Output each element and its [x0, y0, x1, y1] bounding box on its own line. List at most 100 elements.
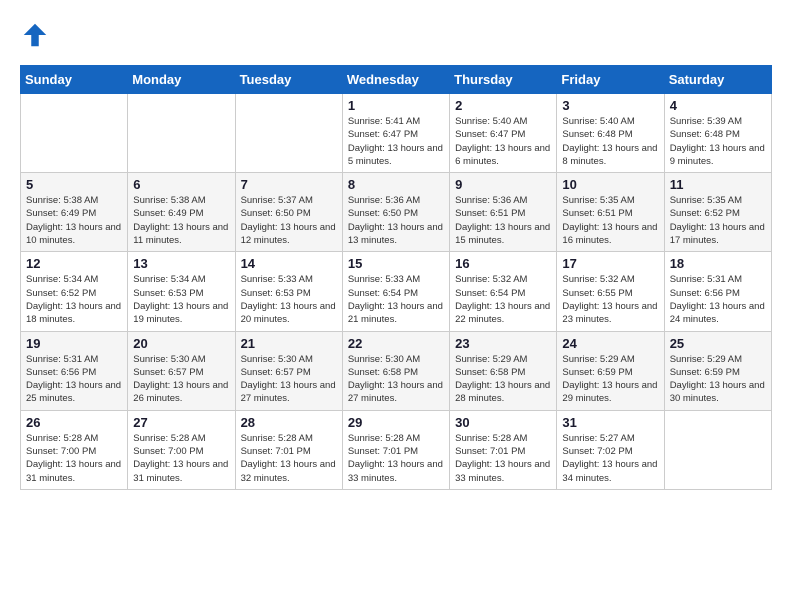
day-number: 22 — [348, 336, 444, 351]
week-row-2: 12 Sunrise: 5:34 AM Sunset: 6:52 PM Dayli… — [21, 252, 772, 331]
week-row-1: 5 Sunrise: 5:38 AM Sunset: 6:49 PM Daylig… — [21, 173, 772, 252]
day-header-saturday: Saturday — [664, 66, 771, 94]
calendar-cell: 6 Sunrise: 5:38 AM Sunset: 6:49 PM Daylig… — [128, 173, 235, 252]
calendar-cell: 31 Sunrise: 5:27 AM Sunset: 7:02 PM Dayli… — [557, 410, 664, 489]
calendar-cell — [128, 94, 235, 173]
calendar-cell: 30Sunrise: 5:28 AM Sunset: 7:01 PM Dayli… — [450, 410, 557, 489]
day-number: 6 — [133, 177, 229, 192]
day-info: Sunrise: 5:35 AM Sunset: 6:52 PM Dayligh… — [670, 194, 766, 247]
day-number: 27 — [133, 415, 229, 430]
day-info: Sunrise: 5:39 AM Sunset: 6:48 PM Dayligh… — [670, 115, 766, 168]
day-info: Sunrise: 5:33 AM Sunset: 6:53 PM Dayligh… — [241, 273, 337, 326]
day-number: 24 — [562, 336, 658, 351]
day-info: Sunrise: 5:36 AM Sunset: 6:50 PM Dayligh… — [348, 194, 444, 247]
calendar-cell — [235, 94, 342, 173]
calendar-cell: 8 Sunrise: 5:36 AM Sunset: 6:50 PM Daylig… — [342, 173, 449, 252]
day-info: Sunrise: 5:28 AM Sunset: 7:00 PM Dayligh… — [133, 432, 229, 485]
calendar-cell: 17Sunrise: 5:32 AM Sunset: 6:55 PM Dayli… — [557, 252, 664, 331]
calendar-cell: 12 Sunrise: 5:34 AM Sunset: 6:52 PM Dayli… — [21, 252, 128, 331]
day-info: Sunrise: 5:38 AM Sunset: 6:49 PM Dayligh… — [133, 194, 229, 247]
day-number: 18 — [670, 256, 766, 271]
calendar-cell — [664, 410, 771, 489]
day-number: 13 — [133, 256, 229, 271]
day-number: 1 — [348, 98, 444, 113]
day-number: 15 — [348, 256, 444, 271]
day-header-sunday: Sunday — [21, 66, 128, 94]
day-number: 25 — [670, 336, 766, 351]
day-number: 21 — [241, 336, 337, 351]
day-info: Sunrise: 5:40 AM Sunset: 6:48 PM Dayligh… — [562, 115, 658, 168]
day-headers-row: SundayMondayTuesdayWednesdayThursdayFrid… — [21, 66, 772, 94]
day-info: Sunrise: 5:27 AM Sunset: 7:02 PM Dayligh… — [562, 432, 658, 485]
calendar-cell: 25 Sunrise: 5:29 AM Sunset: 6:59 PM Dayli… — [664, 331, 771, 410]
day-info: Sunrise: 5:41 AM Sunset: 6:47 PM Dayligh… — [348, 115, 444, 168]
day-number: 12 — [26, 256, 122, 271]
day-header-thursday: Thursday — [450, 66, 557, 94]
day-info: Sunrise: 5:30 AM Sunset: 6:57 PM Dayligh… — [133, 353, 229, 406]
calendar-cell: 9 Sunrise: 5:36 AM Sunset: 6:51 PM Daylig… — [450, 173, 557, 252]
day-number: 8 — [348, 177, 444, 192]
day-info: Sunrise: 5:29 AM Sunset: 6:58 PM Dayligh… — [455, 353, 551, 406]
calendar-table: SundayMondayTuesdayWednesdayThursdayFrid… — [20, 65, 772, 490]
day-header-tuesday: Tuesday — [235, 66, 342, 94]
day-number: 11 — [670, 177, 766, 192]
day-number: 14 — [241, 256, 337, 271]
page-header — [20, 20, 772, 50]
day-number: 26 — [26, 415, 122, 430]
day-number: 16 — [455, 256, 551, 271]
logo — [20, 20, 54, 50]
calendar-cell: 16Sunrise: 5:32 AM Sunset: 6:54 PM Dayli… — [450, 252, 557, 331]
calendar-cell: 2Sunrise: 5:40 AM Sunset: 6:47 PM Daylig… — [450, 94, 557, 173]
day-info: Sunrise: 5:34 AM Sunset: 6:52 PM Dayligh… — [26, 273, 122, 326]
day-number: 9 — [455, 177, 551, 192]
logo-icon — [20, 20, 50, 50]
day-number: 29 — [348, 415, 444, 430]
calendar-cell: 23 Sunrise: 5:29 AM Sunset: 6:58 PM Dayli… — [450, 331, 557, 410]
day-info: Sunrise: 5:31 AM Sunset: 6:56 PM Dayligh… — [670, 273, 766, 326]
day-number: 17 — [562, 256, 658, 271]
day-info: Sunrise: 5:35 AM Sunset: 6:51 PM Dayligh… — [562, 194, 658, 247]
calendar-cell: 11 Sunrise: 5:35 AM Sunset: 6:52 PM Dayli… — [664, 173, 771, 252]
calendar-cell: 10 Sunrise: 5:35 AM Sunset: 6:51 PM Dayli… — [557, 173, 664, 252]
day-number: 5 — [26, 177, 122, 192]
calendar-cell — [21, 94, 128, 173]
day-info: Sunrise: 5:28 AM Sunset: 7:01 PM Dayligh… — [241, 432, 337, 485]
day-info: Sunrise: 5:28 AM Sunset: 7:01 PM Dayligh… — [348, 432, 444, 485]
day-number: 20 — [133, 336, 229, 351]
day-info: Sunrise: 5:38 AM Sunset: 6:49 PM Dayligh… — [26, 194, 122, 247]
calendar-cell: 19Sunrise: 5:31 AM Sunset: 6:56 PM Dayli… — [21, 331, 128, 410]
day-info: Sunrise: 5:31 AM Sunset: 6:56 PM Dayligh… — [26, 353, 122, 406]
day-number: 23 — [455, 336, 551, 351]
calendar-cell: 18 Sunrise: 5:31 AM Sunset: 6:56 PM Dayli… — [664, 252, 771, 331]
calendar-cell: 5 Sunrise: 5:38 AM Sunset: 6:49 PM Daylig… — [21, 173, 128, 252]
day-number: 10 — [562, 177, 658, 192]
day-info: Sunrise: 5:30 AM Sunset: 6:57 PM Dayligh… — [241, 353, 337, 406]
calendar-cell: 24 Sunrise: 5:29 AM Sunset: 6:59 PM Dayli… — [557, 331, 664, 410]
week-row-0: 1 Sunrise: 5:41 AM Sunset: 6:47 PM Daylig… — [21, 94, 772, 173]
day-info: Sunrise: 5:36 AM Sunset: 6:51 PM Dayligh… — [455, 194, 551, 247]
calendar-cell: 27 Sunrise: 5:28 AM Sunset: 7:00 PM Dayli… — [128, 410, 235, 489]
day-info: Sunrise: 5:29 AM Sunset: 6:59 PM Dayligh… — [562, 353, 658, 406]
day-header-wednesday: Wednesday — [342, 66, 449, 94]
day-info: Sunrise: 5:37 AM Sunset: 6:50 PM Dayligh… — [241, 194, 337, 247]
day-header-monday: Monday — [128, 66, 235, 94]
day-number: 31 — [562, 415, 658, 430]
day-info: Sunrise: 5:34 AM Sunset: 6:53 PM Dayligh… — [133, 273, 229, 326]
calendar-cell: 20 Sunrise: 5:30 AM Sunset: 6:57 PM Dayli… — [128, 331, 235, 410]
calendar-cell: 4Sunrise: 5:39 AM Sunset: 6:48 PM Daylig… — [664, 94, 771, 173]
calendar-cell: 1 Sunrise: 5:41 AM Sunset: 6:47 PM Daylig… — [342, 94, 449, 173]
calendar-cell: 3Sunrise: 5:40 AM Sunset: 6:48 PM Daylig… — [557, 94, 664, 173]
day-number: 30 — [455, 415, 551, 430]
calendar-cell: 14 Sunrise: 5:33 AM Sunset: 6:53 PM Dayli… — [235, 252, 342, 331]
calendar-cell: 7Sunrise: 5:37 AM Sunset: 6:50 PM Daylig… — [235, 173, 342, 252]
day-number: 28 — [241, 415, 337, 430]
day-info: Sunrise: 5:29 AM Sunset: 6:59 PM Dayligh… — [670, 353, 766, 406]
calendar-cell: 22 Sunrise: 5:30 AM Sunset: 6:58 PM Dayli… — [342, 331, 449, 410]
week-row-4: 26 Sunrise: 5:28 AM Sunset: 7:00 PM Dayli… — [21, 410, 772, 489]
calendar-cell: 21 Sunrise: 5:30 AM Sunset: 6:57 PM Dayli… — [235, 331, 342, 410]
calendar-cell: 15Sunrise: 5:33 AM Sunset: 6:54 PM Dayli… — [342, 252, 449, 331]
day-header-friday: Friday — [557, 66, 664, 94]
day-info: Sunrise: 5:30 AM Sunset: 6:58 PM Dayligh… — [348, 353, 444, 406]
week-row-3: 19Sunrise: 5:31 AM Sunset: 6:56 PM Dayli… — [21, 331, 772, 410]
day-number: 2 — [455, 98, 551, 113]
